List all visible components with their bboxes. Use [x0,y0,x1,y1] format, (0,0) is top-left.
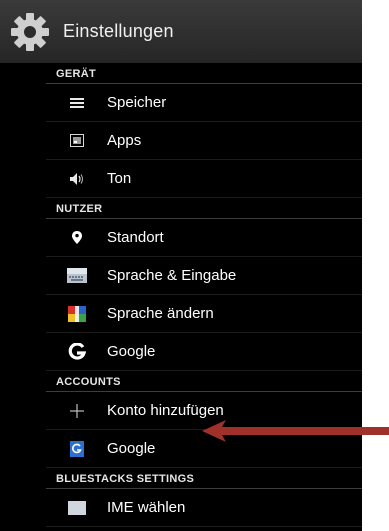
settings-item-apps[interactable]: Apps [46,122,362,160]
plus-icon [66,400,88,422]
annotation-arrow [202,420,389,442]
settings-item-label: IME wählen [107,499,186,516]
settings-list: GERÄT Speicher Apps Ton NUTZER Standort [46,63,362,527]
apps-icon [66,130,88,152]
google-account-icon [66,438,88,460]
settings-item-label: Google [107,440,156,457]
settings-item-sound[interactable]: Ton [46,160,362,198]
gear-icon[interactable] [0,0,60,63]
settings-item-label: Ton [107,170,132,187]
sound-icon [66,168,88,190]
settings-item-label: Sprache & Eingabe [107,267,237,284]
settings-item-google[interactable]: Google [46,333,362,371]
settings-item-language-input[interactable]: Sprache & Eingabe [46,257,362,295]
action-bar: Einstellungen [0,0,362,63]
settings-item-label: Google [107,343,156,360]
page-title: Einstellungen [63,21,174,41]
section-header-accounts: ACCOUNTS [46,371,362,392]
google-g-icon [66,341,88,363]
ime-icon [66,497,88,519]
section-header-bluestacks: BLUESTACKS SETTINGS [46,468,362,489]
settings-item-label: Speicher [107,94,167,111]
settings-screen: Einstellungen GERÄT Speicher Apps Ton NU… [0,0,362,531]
section-header-user: NUTZER [46,198,362,219]
settings-item-label: Apps [107,132,142,149]
settings-item-label: Konto hinzufügen [107,402,224,419]
settings-item-ime[interactable]: IME wählen [46,489,362,527]
storage-icon [66,92,88,114]
settings-item-label: Sprache ändern [107,305,214,322]
language-flag-icon [66,303,88,325]
settings-item-change-language[interactable]: Sprache ändern [46,295,362,333]
settings-item-storage[interactable]: Speicher [46,84,362,122]
settings-item-location[interactable]: Standort [46,219,362,257]
settings-item-label: Standort [107,229,164,246]
section-header-device: GERÄT [46,63,362,84]
keyboard-icon [66,265,88,287]
location-pin-icon [66,227,88,249]
